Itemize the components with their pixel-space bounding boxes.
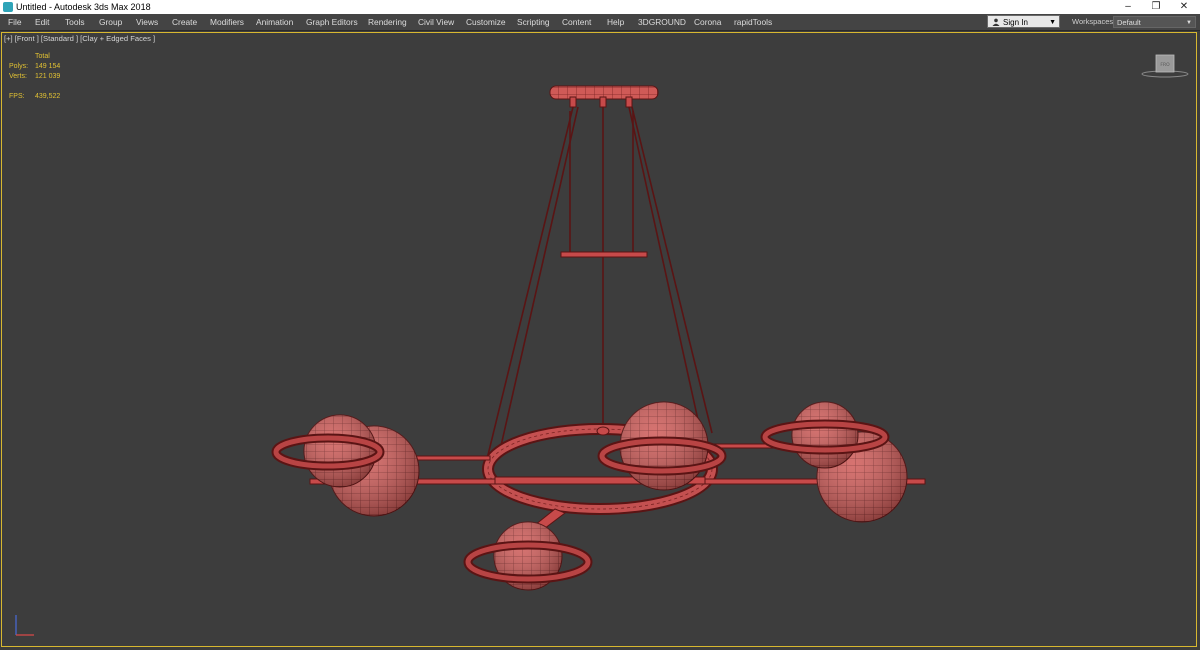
menu-bar: File Edit Tools Group Views Create Modif… bbox=[0, 14, 1200, 31]
menu-edit[interactable]: Edit bbox=[35, 14, 49, 30]
menu-corona[interactable]: Corona bbox=[694, 14, 721, 30]
menu-help[interactable]: Help bbox=[607, 14, 624, 30]
menu-tools[interactable]: Tools bbox=[65, 14, 85, 30]
app-icon bbox=[3, 2, 13, 12]
close-button[interactable]: ✕ bbox=[1170, 0, 1198, 14]
ceiling-canopy bbox=[549, 85, 659, 108]
window-title: Untitled - Autodesk 3ds Max 2018 bbox=[16, 2, 151, 12]
menu-modifiers[interactable]: Modifiers bbox=[210, 14, 244, 30]
menu-views[interactable]: Views bbox=[136, 14, 158, 30]
minimize-button[interactable]: – bbox=[1114, 0, 1142, 14]
chevron-down-icon: ▼ bbox=[1049, 19, 1056, 26]
person-icon bbox=[992, 18, 1000, 26]
menu-rendering[interactable]: Rendering bbox=[368, 14, 407, 30]
menu-group[interactable]: Group bbox=[99, 14, 122, 30]
workspaces-label: Workspaces: bbox=[1072, 17, 1116, 26]
restore-button[interactable]: ❐ bbox=[1142, 0, 1170, 14]
chandelier-model[interactable] bbox=[0, 31, 1200, 650]
viewport[interactable]: [+] [Front ] [Standard ] [Clay + Edged F… bbox=[0, 31, 1200, 650]
spreader-bar bbox=[560, 251, 648, 258]
sign-in-button[interactable]: Sign In ▼ bbox=[987, 15, 1060, 28]
menu-customize[interactable]: Customize bbox=[466, 14, 506, 30]
globe-front-left bbox=[271, 414, 385, 488]
menu-graph-editors[interactable]: Graph Editors bbox=[306, 14, 358, 30]
menu-civil-view[interactable]: Civil View bbox=[418, 14, 454, 30]
menu-scripting[interactable]: Scripting bbox=[517, 14, 550, 30]
workspace-value: Default bbox=[1117, 18, 1141, 27]
menu-3dground[interactable]: 3DGROUND bbox=[638, 14, 686, 30]
globe-bottom bbox=[463, 521, 593, 591]
menu-file[interactable]: File bbox=[8, 14, 22, 30]
chevron-down-icon: ▼ bbox=[1186, 20, 1192, 26]
menu-content[interactable]: Content bbox=[562, 14, 591, 30]
title-bar: Untitled - Autodesk 3ds Max 2018 – ❐ ✕ bbox=[0, 0, 1200, 14]
menu-animation[interactable]: Animation bbox=[256, 14, 293, 30]
menu-create[interactable]: Create bbox=[172, 14, 197, 30]
sign-in-label: Sign In bbox=[1003, 18, 1028, 27]
workspace-select[interactable]: Default ▼ bbox=[1113, 16, 1196, 28]
menu-rapidtools[interactable]: rapidTools bbox=[734, 14, 772, 30]
